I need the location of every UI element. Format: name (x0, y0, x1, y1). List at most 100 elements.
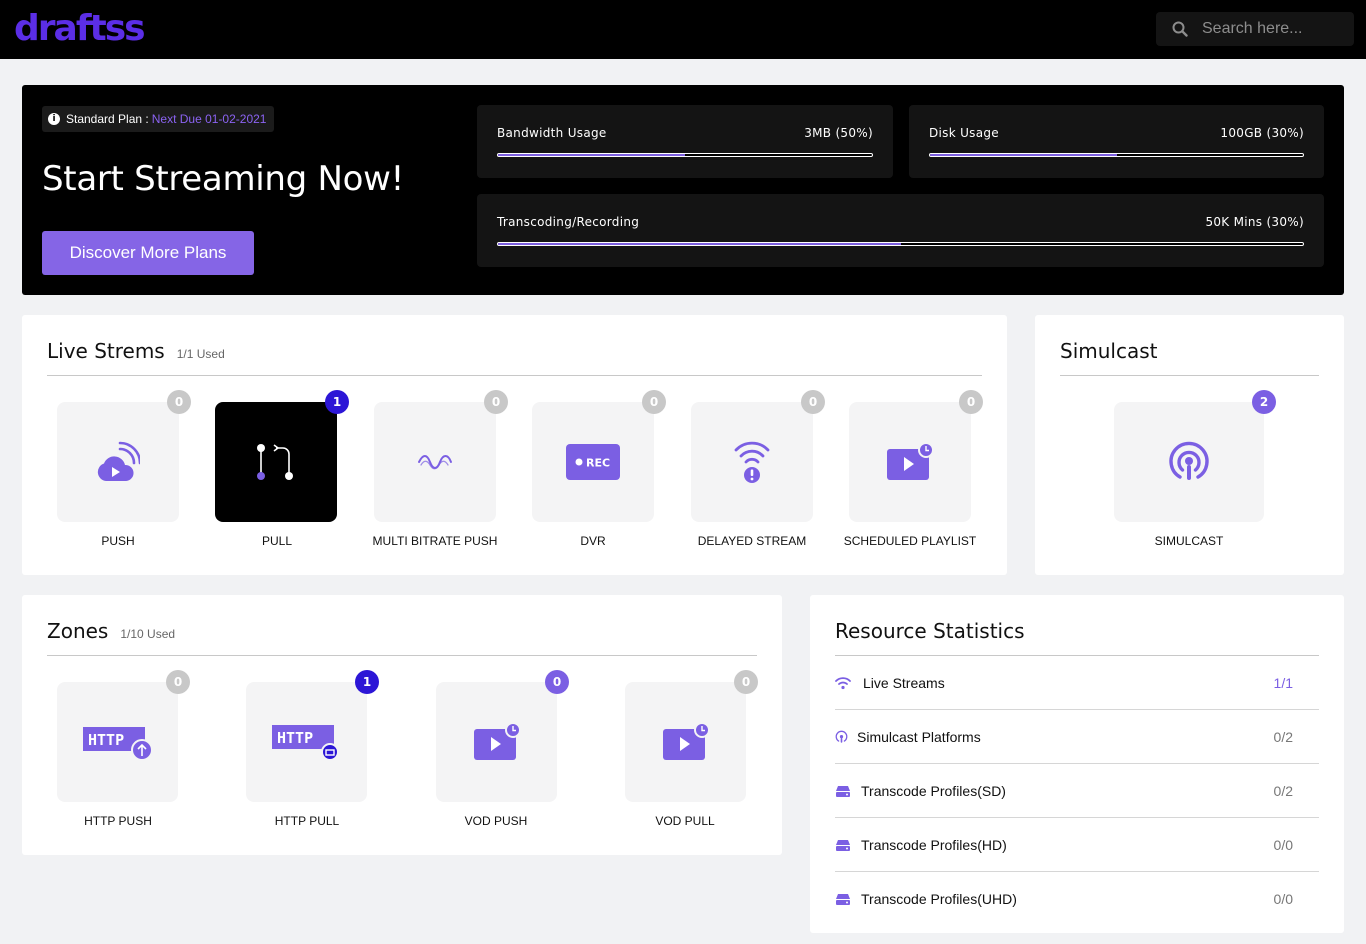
usage-progress-bar (497, 153, 873, 157)
stat-row-transcode-sd[interactable]: Transcode Profiles(SD) 0/2 (835, 764, 1319, 818)
search-icon[interactable] (1172, 21, 1188, 37)
video-clock-icon (473, 722, 521, 760)
panel-title: Live Strems 1/1 Used (47, 339, 225, 363)
stat-value: 0/0 (1273, 837, 1293, 853)
zone-tile-vod-push[interactable] (436, 682, 557, 802)
stat-label: Simulcast Platforms (857, 729, 981, 745)
tile-label: DVR (580, 534, 606, 548)
count-badge: 0 (167, 390, 191, 414)
http-upload-icon: HTTP (82, 727, 153, 761)
simulcast-title: Simulcast (1060, 339, 1158, 363)
count-badge: 0 (734, 670, 758, 694)
stream-tile-delayed-stream[interactable] (691, 402, 813, 522)
video-clock-icon (887, 442, 934, 480)
tile-label: SIMULCAST (1154, 534, 1224, 548)
usage-value: 100GB (30%) (1220, 126, 1304, 140)
usage-progress-bar (497, 242, 1304, 246)
stat-row-transcode-uhd[interactable]: Transcode Profiles(UHD) 0/0 (835, 872, 1319, 926)
http-download-icon: HTTP (271, 725, 339, 761)
zone-tile-http-pull[interactable]: HTTP (246, 682, 367, 802)
tile-label: DELAYED STREAM (697, 534, 807, 548)
divider (1060, 375, 1319, 376)
pull-path-icon (257, 444, 293, 480)
simulcast-panel: Simulcast 2 SIMULCAST (1035, 315, 1344, 575)
zone-tile-http-push[interactable]: HTTP (57, 682, 178, 802)
stat-label: Transcode Profiles(SD) (861, 783, 1006, 799)
top-bar: draftss (0, 0, 1366, 59)
stat-value: 1/1 (1273, 675, 1293, 691)
server-icon (836, 840, 850, 851)
usage-progress-fill (498, 243, 901, 245)
zones-panel: Zones 1/10 Used HTTP 0 HTTP PUSH HTTP 1 H… (22, 595, 782, 855)
plan-status-badge: i Standard Plan : Next Due 01-02-2021 (42, 106, 275, 132)
wave-icon (418, 455, 452, 470)
resource-statistics-title: Resource Statistics (835, 619, 1025, 643)
stat-row-simulcast-platforms[interactable]: Simulcast Platforms 0/2 (835, 710, 1319, 764)
resource-statistics-panel: Resource Statistics Live Streams 1/1 Sim… (810, 595, 1344, 933)
rec-icon: REC (566, 444, 620, 480)
count-badge: 1 (325, 390, 349, 414)
count-badge: 2 (1252, 390, 1276, 414)
video-clock-icon (662, 722, 710, 760)
usage-progress-fill (930, 154, 1117, 156)
tile-label: HTTP PULL (274, 814, 340, 828)
usage-label: Disk Usage (929, 126, 999, 140)
zones-title: Zones (47, 619, 109, 643)
stream-tile-multi-bitrate-push[interactable] (374, 402, 496, 522)
stream-tile-scheduled-playlist[interactable] (849, 402, 971, 522)
info-icon: i (48, 113, 60, 125)
count-badge: 1 (355, 670, 379, 694)
stat-label: Transcode Profiles(UHD) (861, 891, 1017, 907)
usage-label: Bandwidth Usage (497, 126, 607, 140)
server-icon (836, 894, 850, 905)
podcast-icon (835, 730, 848, 743)
discover-plans-button[interactable]: Discover More Plans (42, 231, 254, 275)
plan-hero: i Standard Plan : Next Due 01-02-2021 St… (22, 85, 1344, 295)
podcast-icon (1169, 441, 1209, 480)
tile-label: VOD PUSH (464, 814, 528, 828)
stat-value: 0/2 (1273, 783, 1293, 799)
search-box[interactable] (1156, 12, 1354, 46)
search-input[interactable] (1202, 12, 1350, 46)
stream-tile-pull[interactable] (215, 402, 337, 522)
live-streams-panel: Live Strems 1/1 Used 0 PUSH 1 PULL 0 MUL… (22, 315, 1007, 575)
usage-value: 50K Mins (30%) (1205, 215, 1304, 229)
count-badge: 0 (166, 670, 190, 694)
tile-label: PUSH (101, 534, 135, 548)
plan-due-date: Next Due 01-02-2021 (151, 112, 267, 126)
tile-label: HTTP PUSH (84, 814, 152, 828)
wifi-icon (835, 677, 851, 690)
simulcast-tile[interactable] (1114, 402, 1264, 522)
bandwidth-usage-card: Bandwidth Usage 3MB (50%) (477, 105, 893, 178)
zone-tile-vod-pull[interactable] (625, 682, 746, 802)
usage-progress-fill (498, 154, 685, 156)
http-text: HTTP (88, 731, 124, 749)
count-badge: 0 (642, 390, 666, 414)
stat-label: Transcode Profiles(HD) (861, 837, 1007, 853)
stream-tile-push[interactable] (57, 402, 179, 522)
count-badge: 0 (484, 390, 508, 414)
brand-logo[interactable]: draftss (14, 6, 146, 52)
wifi-alert-icon (734, 441, 770, 483)
count-badge: 0 (801, 390, 825, 414)
tile-label: MULTI BITRATE PUSH (372, 534, 498, 548)
plan-label: Standard Plan : (66, 112, 149, 126)
stat-value: 0/0 (1273, 891, 1293, 907)
stat-row-transcode-hd[interactable]: Transcode Profiles(HD) 0/0 (835, 818, 1319, 872)
transcoding-usage-card: Transcoding/Recording 50K Mins (30%) (477, 194, 1324, 267)
hero-title: Start Streaming Now! (42, 159, 404, 199)
http-text: HTTP (277, 729, 313, 747)
stat-row-live-streams[interactable]: Live Streams 1/1 (835, 656, 1319, 710)
count-badge: 0 (959, 390, 983, 414)
stat-label: Live Streams (863, 675, 945, 691)
svg-text:REC: REC (586, 457, 610, 470)
count-badge: 0 (545, 670, 569, 694)
divider (47, 375, 982, 376)
stat-value: 0/2 (1273, 729, 1293, 745)
usage-value: 3MB (50%) (804, 126, 873, 140)
divider (47, 655, 757, 656)
disk-usage-card: Disk Usage 100GB (30%) (909, 105, 1324, 178)
stream-tile-dvr[interactable]: REC (532, 402, 654, 522)
live-streams-title: Live Strems (47, 339, 165, 363)
server-icon (836, 786, 850, 797)
